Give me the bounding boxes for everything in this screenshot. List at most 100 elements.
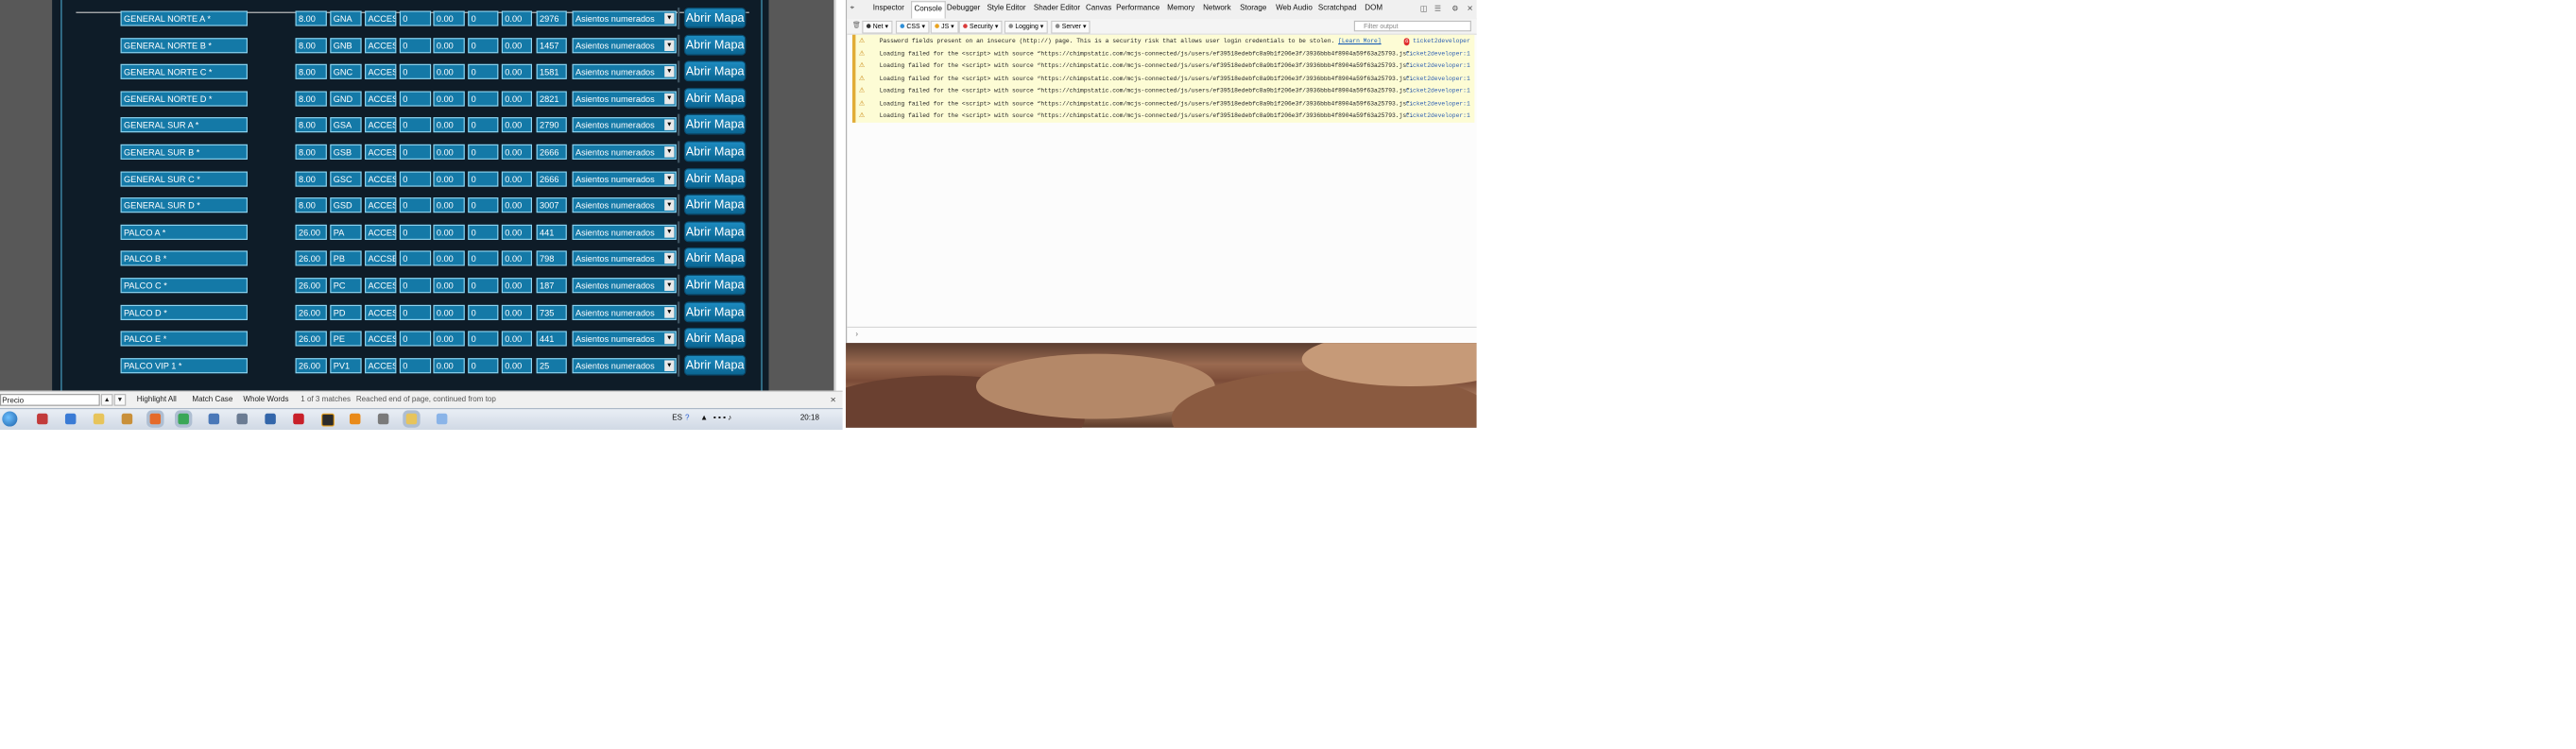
code-field[interactable]: PC xyxy=(330,278,362,294)
price-field[interactable]: 8.00 xyxy=(295,144,327,160)
chevron-down-icon[interactable]: ▼ xyxy=(664,12,675,25)
access-field[interactable]: ACCES xyxy=(365,357,397,374)
open-map-button[interactable]: Abrir Mapa xyxy=(683,300,747,322)
open-map-button[interactable]: Abrir Mapa xyxy=(683,60,747,82)
price-field[interactable]: 8.00 xyxy=(295,37,327,53)
chevron-down-icon[interactable]: ▼ xyxy=(664,173,675,184)
code-field[interactable]: GNB xyxy=(330,37,362,53)
filter-css-button[interactable]: CSS ▾ xyxy=(895,20,930,34)
help-icon[interactable]: ? xyxy=(685,415,689,422)
value-field[interactable]: 0.00 xyxy=(501,278,533,294)
utility-icon[interactable] xyxy=(377,413,389,425)
chevron-down-icon[interactable]: ▼ xyxy=(664,226,675,238)
open-map-button[interactable]: Abrir Mapa xyxy=(683,34,747,56)
tab-network[interactable]: Network xyxy=(1203,5,1231,12)
value-field[interactable]: 0.00 xyxy=(433,357,465,374)
value-field[interactable]: 0.00 xyxy=(501,304,533,320)
chevron-down-icon[interactable]: ▼ xyxy=(664,66,675,77)
filter-server-button[interactable]: Server ▾ xyxy=(1051,20,1091,34)
value-field[interactable]: 0.00 xyxy=(433,64,465,80)
value-field[interactable]: 0 xyxy=(468,37,499,53)
capacity-field[interactable]: 25 xyxy=(536,357,567,374)
message-source-link[interactable]: ticket2developer:1 xyxy=(1405,85,1469,97)
value-field[interactable]: 0 xyxy=(468,117,499,133)
open-map-button[interactable]: Abrir Mapa xyxy=(683,274,747,296)
value-field[interactable]: 0 xyxy=(468,278,499,294)
code-field[interactable]: PV1 xyxy=(330,357,362,374)
tab-debugger[interactable]: Debugger xyxy=(947,5,980,12)
value-field[interactable]: 0.00 xyxy=(433,304,465,320)
zone-name-field[interactable]: GENERAL SUR C * xyxy=(120,171,248,187)
chevron-down-icon[interactable]: ▼ xyxy=(664,40,675,51)
chevron-down-icon[interactable]: ▼ xyxy=(664,306,675,318)
console-message[interactable]: ⚠ Loading failed for the <script> with so… xyxy=(855,72,1474,84)
seating-select[interactable]: Asientos numerados ▼ xyxy=(572,10,677,26)
value-field[interactable]: 0 xyxy=(468,224,499,240)
value-field[interactable]: 0.00 xyxy=(433,224,465,240)
message-source-link[interactable]: ticket2developer:1 xyxy=(1405,97,1469,110)
document-icon[interactable] xyxy=(208,413,220,425)
value-field[interactable]: 0 xyxy=(399,224,432,240)
code-field[interactable]: GSD xyxy=(330,197,362,213)
value-field[interactable]: 0 xyxy=(399,144,432,160)
open-map-button[interactable]: Abrir Mapa xyxy=(683,354,747,376)
code-field[interactable]: GSA xyxy=(330,117,362,133)
tab-performance[interactable]: Performance xyxy=(1116,5,1159,12)
message-source-link[interactable]: ticket2developer:1 xyxy=(1405,47,1469,60)
tray-icons[interactable]: ▪ ▪ ▪ ♪ xyxy=(713,415,731,422)
value-field[interactable]: 0 xyxy=(399,250,432,266)
seating-select[interactable]: Asientos numerados ▼ xyxy=(572,357,677,374)
value-field[interactable]: 0 xyxy=(468,197,499,213)
tab-style-editor[interactable]: Style Editor xyxy=(987,5,1025,12)
zone-name-field[interactable]: PALCO B * xyxy=(120,250,248,266)
value-field[interactable]: 0 xyxy=(468,10,499,26)
tab-inspector[interactable]: Inspector xyxy=(873,5,904,12)
find-next-button[interactable]: ▼ xyxy=(113,394,127,406)
capacity-field[interactable]: 735 xyxy=(536,304,567,320)
value-field[interactable]: 0 xyxy=(399,91,432,107)
access-field[interactable]: ACCES xyxy=(365,278,397,294)
price-field[interactable]: 26.00 xyxy=(295,331,327,347)
window-icon[interactable] xyxy=(436,413,448,425)
close-icon[interactable]: × xyxy=(831,394,836,404)
message-source-link[interactable]: ticket2developer:1 xyxy=(1405,110,1469,122)
value-field[interactable]: 0.00 xyxy=(501,144,533,160)
price-field[interactable]: 8.00 xyxy=(295,91,327,107)
zone-name-field[interactable]: GENERAL NORTE A * xyxy=(120,10,248,26)
open-map-button[interactable]: Abrir Mapa xyxy=(683,8,747,28)
dock-icon[interactable]: ◫ xyxy=(1420,5,1428,13)
open-map-button[interactable]: Abrir Mapa xyxy=(683,194,747,215)
price-field[interactable]: 8.00 xyxy=(295,197,327,213)
close-devtools-icon[interactable]: ✕ xyxy=(1467,5,1473,13)
zone-name-field[interactable]: GENERAL SUR B * xyxy=(120,144,248,160)
value-field[interactable]: 0 xyxy=(399,357,432,374)
find-input[interactable]: Precio xyxy=(0,394,100,406)
access-field[interactable]: ACCES xyxy=(365,64,397,80)
chevron-down-icon[interactable]: ▼ xyxy=(664,360,675,371)
value-field[interactable]: 0.00 xyxy=(433,144,465,160)
explorer-icon[interactable] xyxy=(405,413,418,425)
value-field[interactable]: 0.00 xyxy=(501,117,533,133)
vlc-icon[interactable] xyxy=(349,413,361,425)
settings-icon[interactable]: ⚙ xyxy=(1451,5,1458,13)
message-source-link[interactable]: 6 ticket2developer xyxy=(1403,35,1470,47)
media-icon[interactable] xyxy=(121,413,133,425)
value-field[interactable]: 0 xyxy=(468,64,499,80)
start-button[interactable] xyxy=(2,411,18,427)
code-field[interactable]: PD xyxy=(330,304,362,320)
tool-icon[interactable] xyxy=(236,413,248,425)
firefox-icon[interactable] xyxy=(149,413,162,425)
capacity-field[interactable]: 1581 xyxy=(536,64,567,80)
open-map-button[interactable]: Abrir Mapa xyxy=(683,141,747,162)
value-field[interactable]: 0 xyxy=(399,37,432,53)
value-field[interactable]: 0 xyxy=(468,171,499,187)
code-field[interactable]: GNA xyxy=(330,10,362,26)
price-field[interactable]: 8.00 xyxy=(295,10,327,26)
price-field[interactable]: 26.00 xyxy=(295,278,327,294)
value-field[interactable]: 0.00 xyxy=(501,250,533,266)
console-message[interactable]: ⚠ Loading failed for the <script> with so… xyxy=(855,110,1474,122)
seating-select[interactable]: Asientos numerados ▼ xyxy=(572,224,677,240)
value-field[interactable]: 0 xyxy=(399,171,432,187)
value-field[interactable]: 0.00 xyxy=(433,278,465,294)
app-icon[interactable] xyxy=(37,413,48,425)
